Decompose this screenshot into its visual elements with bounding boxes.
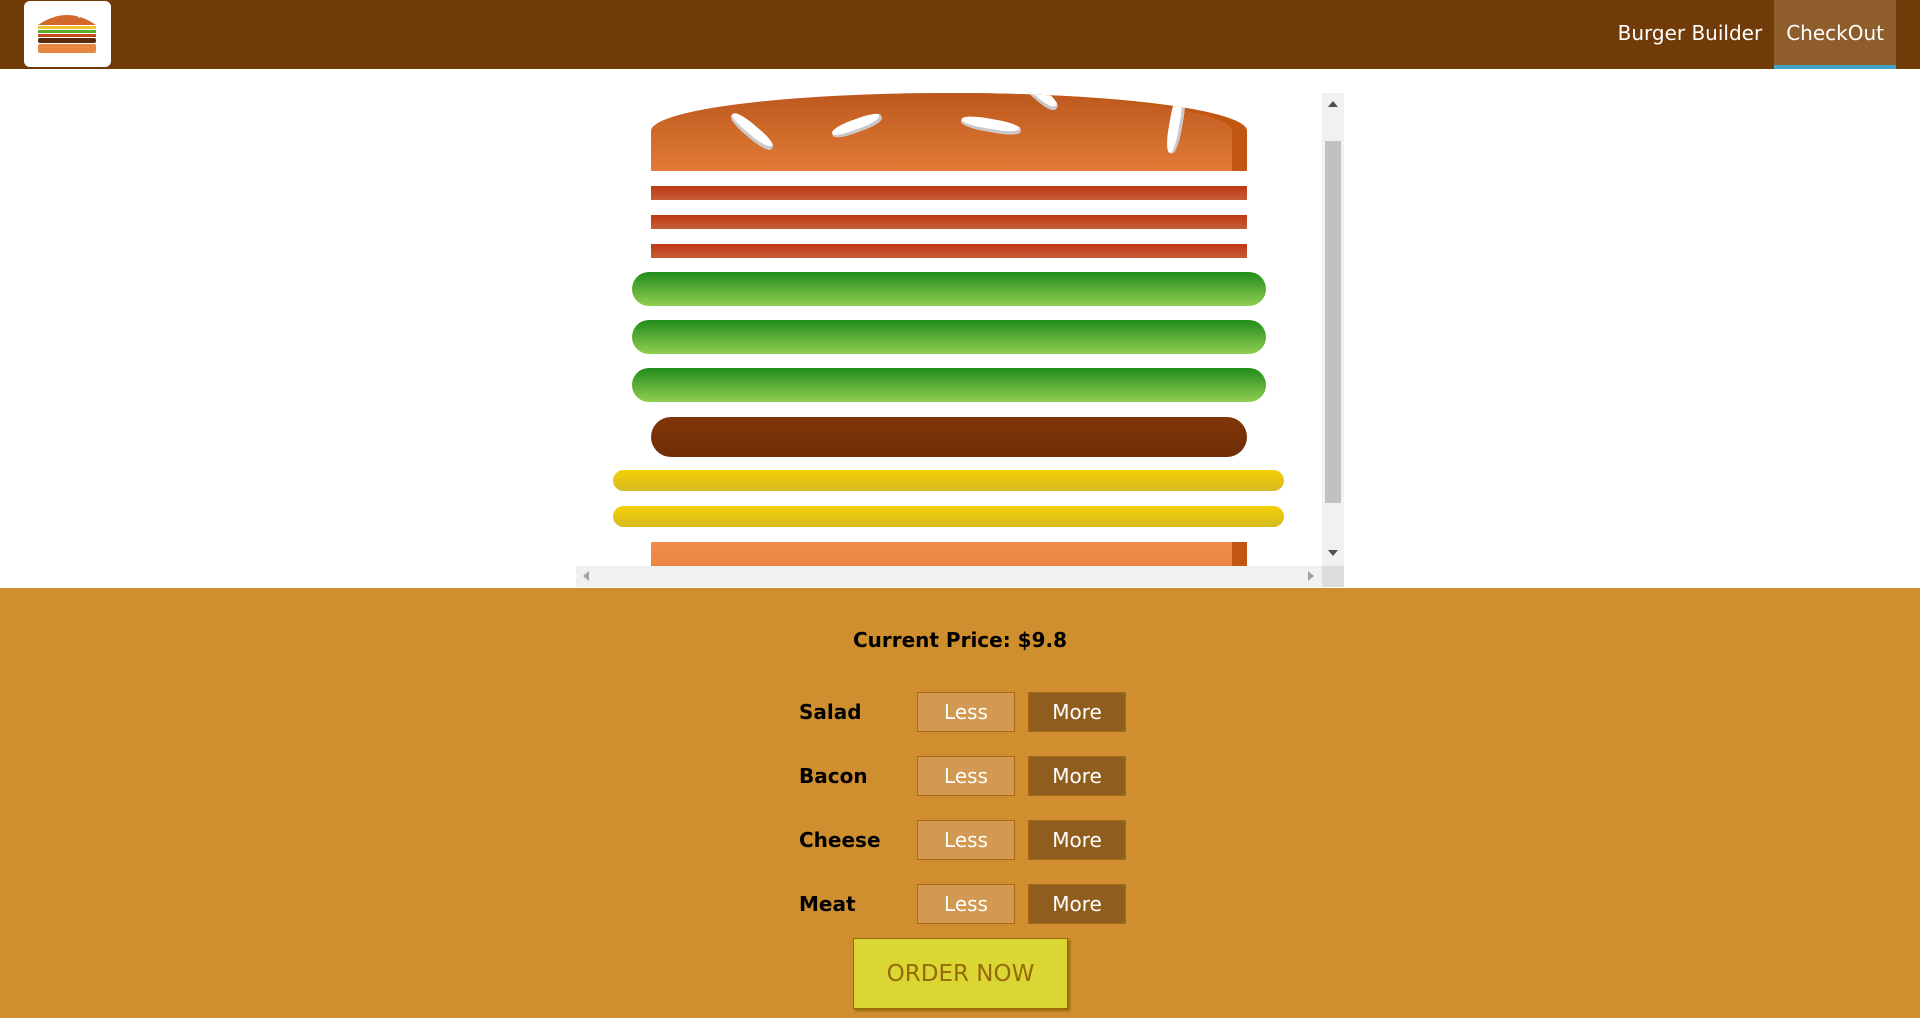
build-controls: Current Price: $9.8 Salad Less More Baco… — [0, 588, 1920, 1018]
control-label: Cheese — [799, 828, 881, 852]
control-salad: Salad Less More — [799, 692, 1139, 732]
nav-items: Burger Builder CheckOut — [1606, 0, 1896, 69]
meat-more-button[interactable]: More — [1028, 884, 1126, 924]
control-meat: Meat Less More — [799, 884, 1139, 924]
bacon-layer — [651, 186, 1247, 200]
burger-logo[interactable] — [24, 1, 111, 67]
salad-layer — [632, 368, 1266, 402]
nav-burger-builder[interactable]: Burger Builder — [1606, 0, 1775, 69]
salad-more-button[interactable]: More — [1028, 692, 1126, 732]
control-bacon: Bacon Less More — [799, 756, 1139, 796]
seed — [1164, 93, 1188, 155]
scroll-down-icon[interactable] — [1328, 550, 1338, 556]
scroll-left-icon[interactable] — [583, 571, 589, 581]
horizontal-scrollbar[interactable] — [576, 566, 1322, 587]
meat-layer — [651, 417, 1247, 457]
cheese-layer — [613, 506, 1284, 527]
vertical-scrollbar[interactable] — [1322, 93, 1344, 587]
cheese-less-button[interactable]: Less — [917, 820, 1015, 860]
seed — [830, 110, 884, 141]
cheese-layer — [613, 470, 1284, 491]
control-label: Bacon — [799, 764, 868, 788]
salad-less-button[interactable]: Less — [917, 692, 1015, 732]
order-now-button[interactable]: ORDER NOW — [853, 938, 1068, 1009]
scrollbar-thumb[interactable] — [1325, 141, 1341, 503]
bread-top — [651, 93, 1247, 171]
seed — [960, 113, 1022, 138]
nav-checkout[interactable]: CheckOut — [1774, 0, 1896, 69]
bacon-layer — [651, 215, 1247, 229]
salad-layer — [632, 320, 1266, 354]
bacon-layer — [651, 244, 1247, 258]
control-label: Meat — [799, 892, 856, 916]
bacon-more-button[interactable]: More — [1028, 756, 1126, 796]
scroll-up-icon[interactable] — [1328, 101, 1338, 107]
salad-layer — [632, 272, 1266, 306]
scroll-right-icon[interactable] — [1308, 571, 1314, 581]
toolbar: Burger Builder CheckOut — [0, 0, 1920, 69]
scrollbar-corner — [1322, 566, 1344, 587]
control-cheese: Cheese Less More — [799, 820, 1139, 860]
burger-logo-icon — [38, 13, 96, 53]
control-label: Salad — [799, 700, 862, 724]
cheese-more-button[interactable]: More — [1028, 820, 1126, 860]
current-price: Current Price: $9.8 — [852, 628, 1068, 652]
meat-less-button[interactable]: Less — [917, 884, 1015, 924]
bacon-less-button[interactable]: Less — [917, 756, 1015, 796]
seed — [727, 109, 777, 154]
seed — [1021, 93, 1061, 114]
burger-preview — [576, 93, 1344, 587]
